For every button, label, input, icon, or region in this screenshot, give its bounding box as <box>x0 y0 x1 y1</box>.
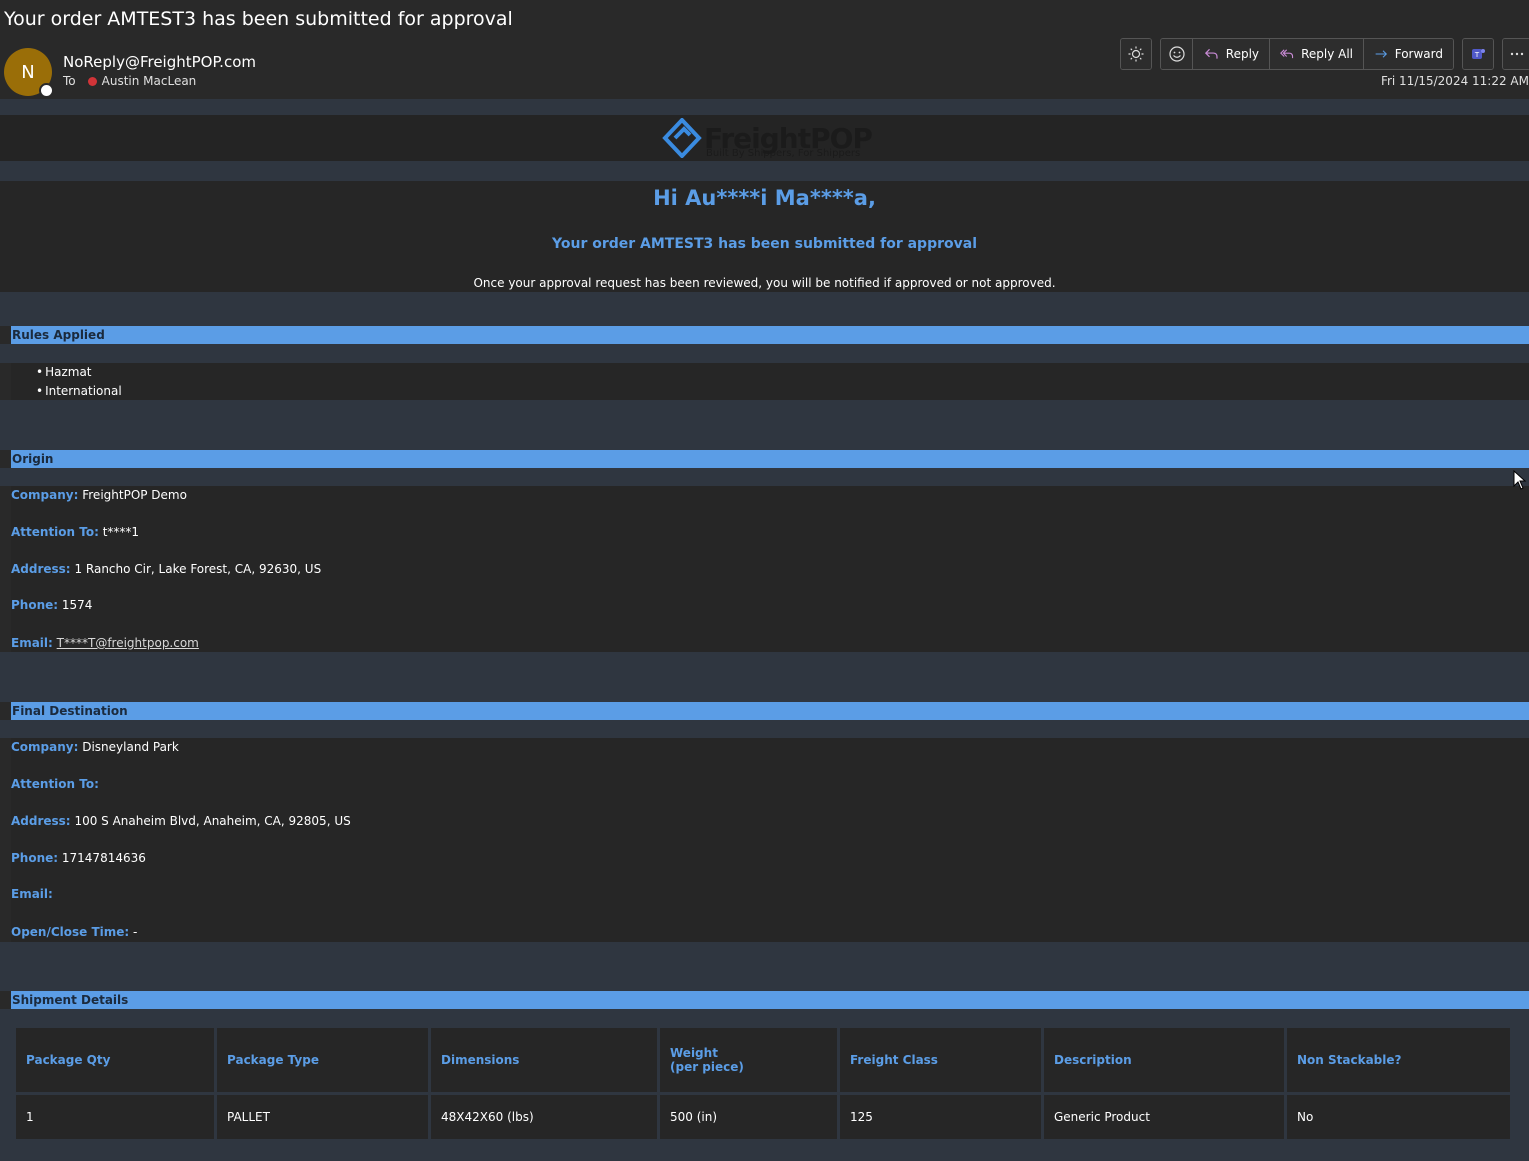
forward-button[interactable]: Forward <box>1364 39 1453 69</box>
field-value: 17147814636 <box>61 851 146 865</box>
destination-address: Address: 100 S Anaheim Blvd, Anaheim, CA… <box>11 814 351 828</box>
weight-header-line: Weight <box>670 1046 718 1060</box>
field-label: Attention To: <box>11 777 99 791</box>
more-options-icon <box>1503 39 1529 69</box>
destination-company: Company: Disneyland Park <box>11 740 179 754</box>
approval-note: Once your approval request has been revi… <box>473 276 1056 290</box>
sender-address[interactable]: NoReply@FreightPOP.com <box>63 53 256 71</box>
section-separator <box>0 942 1529 991</box>
field-label: Company: <box>11 488 79 502</box>
column-header: Weight (per piece) <box>657 1025 840 1095</box>
table-cell: Generic Product <box>1041 1092 1287 1142</box>
field-value: 1 Rancho Cir, Lake Forest, CA, 92630, US <box>74 562 322 576</box>
column-header: Non Stackable? <box>1284 1025 1513 1095</box>
received-date: Fri 11/15/2024 11:22 AM <box>1380 74 1529 88</box>
table-cell: 1 <box>13 1092 217 1142</box>
column-header: Package Type <box>214 1025 431 1095</box>
forward-label: Forward <box>1394 47 1443 61</box>
greeting-heading: Hi Au****i Ma****a, <box>653 186 876 210</box>
avatar-initial: N <box>21 61 35 83</box>
shipment-header: Shipment Details <box>11 991 1529 1009</box>
emoji-reaction-button[interactable] <box>1161 39 1193 69</box>
table-cell: 500 (in) <box>657 1092 840 1142</box>
field-value: Disneyland Park <box>82 740 179 754</box>
destination-attention: Attention To: <box>11 777 99 791</box>
table-cell: 48X42X60 (lbs) <box>428 1092 660 1142</box>
field-label: Attention To: <box>11 525 99 539</box>
section-separator <box>0 400 1529 450</box>
theme-toggle-button[interactable] <box>1120 38 1152 70</box>
teams-button[interactable]: T <box>1462 38 1494 70</box>
column-header: Dimensions <box>428 1025 660 1095</box>
table-row: 1 PALLET 48X42X60 (lbs) 500 (in) 125 Gen… <box>13 1092 1513 1142</box>
approval-headline: Your order AMTEST3 has been submitted fo… <box>552 236 977 252</box>
field-label: Email: <box>11 636 53 650</box>
origin-email-link[interactable]: T****T@freightpop.com <box>57 636 199 650</box>
section-gap <box>0 344 1529 363</box>
field-label: Address: <box>11 562 71 576</box>
column-header: Description <box>1041 1025 1287 1095</box>
field-label: Open/Close Time: <box>11 925 130 939</box>
rule-item: International <box>36 384 122 398</box>
table-cell: No <box>1284 1092 1513 1142</box>
field-label: Phone: <box>11 851 59 865</box>
destination-panel <box>11 738 1529 942</box>
section-gap <box>0 468 1529 486</box>
brand-tagline: Built By Shippers, For Shippers <box>706 148 861 159</box>
reply-label: Reply <box>1225 47 1259 61</box>
mouse-cursor-icon <box>1513 470 1527 490</box>
presence-status-icon <box>39 83 54 98</box>
destination-header: Final Destination <box>11 702 1529 720</box>
reply-all-icon <box>1280 49 1294 59</box>
field-value: - <box>133 925 138 939</box>
origin-address: Address: 1 Rancho Cir, Lake Forest, CA, … <box>11 562 321 576</box>
origin-attention: Attention To: t****1 <box>11 525 139 539</box>
destination-phone: Phone: 17147814636 <box>11 851 146 865</box>
field-label: Address: <box>11 814 71 828</box>
forward-icon <box>1375 50 1388 58</box>
column-header: Freight Class <box>837 1025 1044 1095</box>
destination-email: Email: <box>11 887 53 901</box>
recipient-name[interactable]: Austin MacLean <box>102 74 197 88</box>
teams-icon: T <box>1463 39 1493 69</box>
reply-all-label: Reply All <box>1301 47 1353 61</box>
sun-icon <box>1121 39 1151 69</box>
destination-hours: Open/Close Time: - <box>11 925 137 939</box>
weight-header-line: (per piece) <box>670 1060 744 1074</box>
reply-icon <box>1204 48 1218 59</box>
more-actions-button[interactable] <box>1502 38 1529 70</box>
recipient-status-icon <box>87 76 97 86</box>
email-subject: Your order AMTEST3 has been submitted fo… <box>4 8 513 30</box>
field-value: 100 S Anaheim Blvd, Anaheim, CA, 92805, … <box>74 814 351 828</box>
field-label: Phone: <box>11 598 59 612</box>
field-value: t****1 <box>102 525 140 539</box>
origin-company: Company: FreightPOP Demo <box>11 488 187 502</box>
shipment-table: Package Qty Package Type Dimensions Weig… <box>13 1025 1513 1142</box>
table-header-row: Package Qty Package Type Dimensions Weig… <box>13 1025 1513 1095</box>
table-cell: 125 <box>837 1092 1044 1142</box>
rules-header: Rules Applied <box>11 326 1529 344</box>
field-value: 1574 <box>61 598 93 612</box>
column-header: Package Qty <box>13 1025 217 1095</box>
section-gap <box>0 720 1529 738</box>
origin-header: Origin <box>11 450 1529 468</box>
freightpop-logo-icon <box>662 118 702 158</box>
recipient-line: To Austin MacLean <box>63 74 196 88</box>
field-label: Company: <box>11 740 79 754</box>
svg-text:T: T <box>1474 51 1480 59</box>
field-value: FreightPOP Demo <box>82 488 187 502</box>
field-label: Email: <box>11 887 53 901</box>
section-separator <box>0 292 1529 326</box>
rules-panel <box>11 363 1529 400</box>
smiley-icon <box>1168 46 1185 62</box>
rule-item: Hazmat <box>36 365 91 379</box>
origin-email: Email: T****T@freightpop.com <box>11 636 199 650</box>
section-separator <box>0 652 1529 702</box>
table-cell: PALLET <box>214 1092 431 1142</box>
reply-all-button[interactable]: Reply All <box>1270 39 1364 69</box>
reply-button[interactable]: Reply <box>1193 39 1270 69</box>
to-label: To <box>63 74 76 88</box>
origin-phone: Phone: 1574 <box>11 598 92 612</box>
